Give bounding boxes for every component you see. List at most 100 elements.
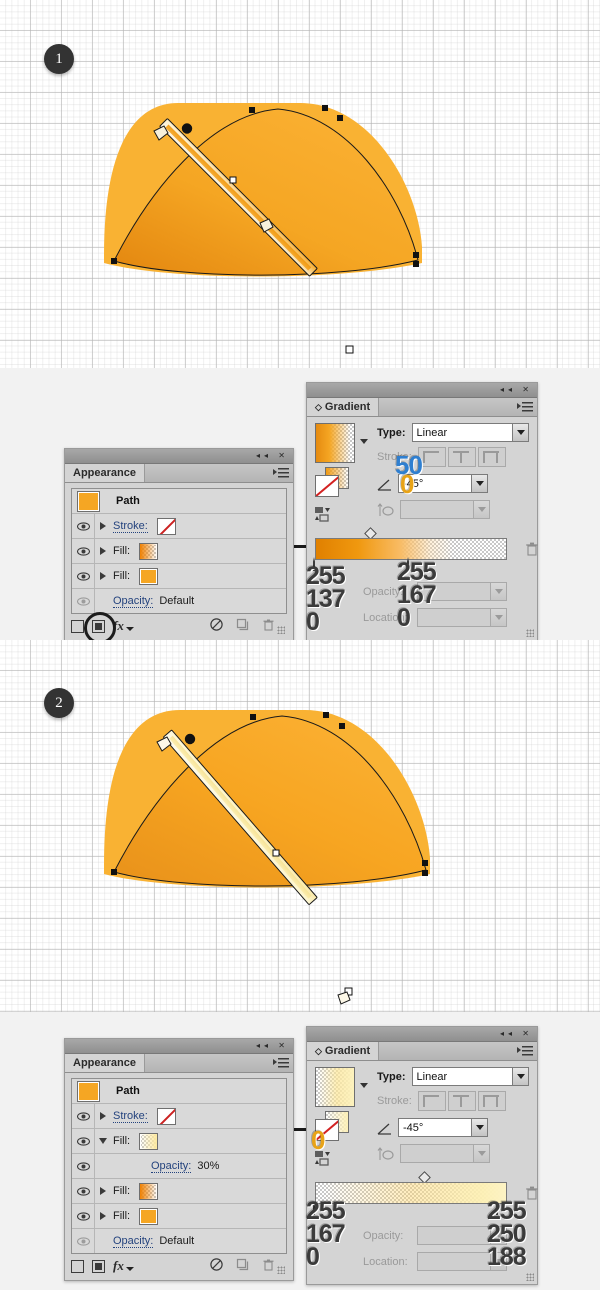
gradient-type-row[interactable]: Type: Linear: [377, 423, 529, 442]
gradient-slider[interactable]: [313, 527, 538, 571]
sub-opacity-label[interactable]: Opacity:: [151, 1160, 192, 1173]
fill-label[interactable]: Fill:: [113, 1185, 130, 1197]
visibility-toggle-fill-gradient[interactable]: [72, 1179, 95, 1203]
delete-gradient-stop-button[interactable]: [525, 541, 539, 557]
resize-grip[interactable]: [526, 629, 534, 637]
resize-grip[interactable]: [277, 626, 285, 634]
fill-swatch-solid[interactable]: [139, 567, 159, 585]
titlebar-icons[interactable]: ◂◂ ✕: [256, 1040, 289, 1051]
fill-swatch-gradient[interactable]: [139, 1182, 159, 1200]
resize-grip[interactable]: [277, 1266, 285, 1274]
appearance-row-fill-pale-gradient[interactable]: Fill:: [72, 1129, 286, 1154]
fill-label[interactable]: Fill:: [113, 1210, 130, 1222]
stroke-label[interactable]: Stroke:: [113, 1110, 148, 1123]
panel-tab-row[interactable]: ◇ Gradient: [307, 1042, 537, 1061]
duplicate-item-button[interactable]: [236, 1258, 249, 1274]
panel-tab-row[interactable]: ◇ Gradient: [307, 398, 537, 417]
appearance-row-stroke[interactable]: Stroke:: [72, 514, 286, 539]
gradient-type-select[interactable]: Linear: [411, 1067, 529, 1086]
delete-item-button[interactable]: [262, 1258, 275, 1275]
visibility-toggle-fill-solid[interactable]: [72, 564, 95, 588]
add-new-fill-button[interactable]: [92, 1259, 105, 1273]
delete-item-button[interactable]: [262, 618, 275, 635]
add-new-stroke-button[interactable]: [71, 1259, 84, 1273]
gradient-type-row[interactable]: Type: Linear: [377, 1067, 529, 1086]
disclosure-triangle-fill-solid[interactable]: [95, 1212, 111, 1220]
gradient-preview-thumbnail[interactable]: [315, 423, 355, 463]
tab-gradient[interactable]: ◇ Gradient: [307, 1042, 380, 1060]
disclosure-triangle-stroke[interactable]: [95, 1112, 111, 1120]
fill-swatch-gradient-pale[interactable]: [139, 1132, 159, 1150]
appearance-panel-1[interactable]: ◂◂ ✕ Appearance Path Stroke: Fill: Fill:…: [64, 448, 294, 644]
appearance-row-fill-gradient[interactable]: Fill:: [72, 1179, 286, 1204]
panel-tab-row[interactable]: Appearance: [65, 464, 293, 483]
add-new-stroke-button[interactable]: [71, 619, 84, 633]
fill-stroke-selector[interactable]: [315, 467, 349, 497]
appearance-row-fill-solid[interactable]: Fill:: [72, 564, 286, 589]
gradient-angle-row[interactable]: -45°: [377, 1118, 529, 1137]
path-thumbnail-swatch[interactable]: [77, 490, 100, 512]
titlebar-icons[interactable]: ◂◂ ✕: [256, 450, 289, 461]
duplicate-item-button[interactable]: [236, 618, 249, 634]
fill-swatch-gradient[interactable]: [139, 542, 159, 560]
disclosure-triangle-fill-gradient[interactable]: [95, 547, 111, 555]
stroke-label[interactable]: Stroke:: [113, 520, 148, 533]
path-thumbnail-swatch[interactable]: [77, 1080, 100, 1102]
delete-gradient-stop-button[interactable]: [525, 1185, 539, 1201]
opacity-label[interactable]: Opacity:: [113, 595, 154, 608]
collapse-icon[interactable]: ◂◂: [256, 451, 272, 460]
close-icon[interactable]: ✕: [522, 385, 533, 394]
appearance-row-path[interactable]: Path: [72, 489, 286, 514]
close-icon[interactable]: ✕: [522, 1029, 533, 1038]
visibility-toggle-stroke[interactable]: [72, 1104, 95, 1128]
titlebar-icons[interactable]: ◂◂ ✕: [500, 1028, 533, 1039]
tab-appearance[interactable]: Appearance: [65, 464, 145, 482]
titlebar-icons[interactable]: ◂◂ ✕: [500, 384, 533, 395]
chevron-down-icon[interactable]: [512, 424, 528, 441]
visibility-toggle-fill-solid[interactable]: [72, 1204, 95, 1228]
disclosure-triangle-fill-solid[interactable]: [95, 572, 111, 580]
collapse-icon[interactable]: ◂◂: [500, 1029, 516, 1038]
collapse-icon[interactable]: ◂◂: [256, 1041, 272, 1050]
tab-appearance[interactable]: Appearance: [65, 1054, 145, 1072]
appearance-row-path[interactable]: Path: [72, 1079, 286, 1104]
appearance-row-sub-opacity[interactable]: Opacity: 30%: [72, 1154, 286, 1179]
gradient-presets-chevron-icon[interactable]: [360, 1083, 368, 1088]
panel-tab-row[interactable]: Appearance: [65, 1054, 293, 1073]
chevron-down-icon[interactable]: [471, 475, 487, 492]
appearance-row-stroke[interactable]: Stroke:: [72, 1104, 286, 1129]
fill-label[interactable]: Fill:: [113, 545, 130, 557]
panel-menu-icon[interactable]: [517, 401, 533, 412]
tab-gradient[interactable]: ◇ Gradient: [307, 398, 380, 416]
fill-gradient-box[interactable]: [315, 475, 339, 497]
disclosure-triangle-fill-gradient[interactable]: [95, 1187, 111, 1195]
gradient-preview-thumbnail[interactable]: [315, 1067, 355, 1107]
fill-label[interactable]: Fill:: [113, 570, 130, 582]
visibility-toggle-fill-gradient[interactable]: [72, 539, 95, 563]
gradient-angle-input[interactable]: -45°: [398, 1118, 488, 1137]
appearance-row-fill-solid[interactable]: Fill:: [72, 1204, 286, 1229]
visibility-toggle-sub-opacity[interactable]: [72, 1154, 95, 1178]
fx-button[interactable]: fx: [113, 618, 134, 634]
opacity-label[interactable]: Opacity:: [113, 1235, 154, 1248]
close-icon[interactable]: ✕: [278, 451, 289, 460]
gradient-ramp-bar[interactable]: [315, 538, 507, 560]
disclosure-triangle-fill-pale[interactable]: [95, 1138, 111, 1144]
stroke-swatch-none[interactable]: [156, 1107, 176, 1125]
appearance-panel-2[interactable]: ◂◂ ✕ Appearance Path Stroke: Fill: Opaci…: [64, 1038, 294, 1281]
reverse-gradient-button[interactable]: [315, 507, 335, 522]
collapse-icon[interactable]: ◂◂: [500, 385, 516, 394]
fill-label[interactable]: Fill:: [113, 1135, 130, 1147]
appearance-row-opacity[interactable]: Opacity: Default: [72, 1229, 286, 1253]
appearance-row-fill-gradient[interactable]: Fill:: [72, 539, 286, 564]
clear-appearance-button[interactable]: [210, 618, 223, 634]
fx-button[interactable]: fx: [113, 1258, 134, 1274]
disclosure-triangle-stroke[interactable]: [95, 522, 111, 530]
fill-swatch-solid[interactable]: [139, 1207, 159, 1225]
add-new-fill-button[interactable]: [84, 611, 116, 644]
close-icon[interactable]: ✕: [278, 1041, 289, 1050]
gradient-presets-chevron-icon[interactable]: [360, 439, 368, 444]
stroke-swatch-none[interactable]: [156, 517, 176, 535]
chevron-down-icon[interactable]: [512, 1068, 528, 1085]
panel-menu-icon[interactable]: [517, 1045, 533, 1056]
